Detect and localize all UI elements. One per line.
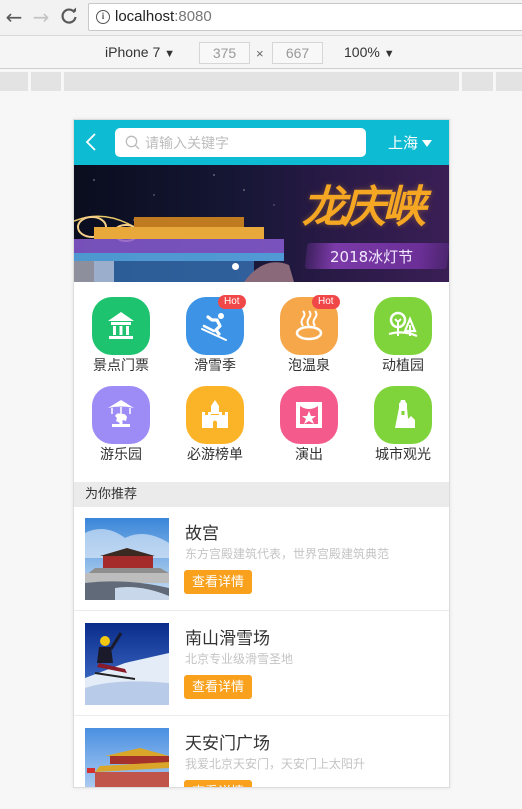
- category-zoo-botanical[interactable]: 动植园: [356, 297, 449, 383]
- app-header: 请输入关键字 上海: [74, 120, 449, 165]
- category-label: 游乐园: [100, 447, 142, 463]
- category-shows[interactable]: 演出: [262, 386, 356, 472]
- attraction-description: 东方宫殿建筑代表，世界宫殿建筑典范: [185, 547, 390, 561]
- url-host: localhost: [115, 8, 175, 25]
- ruler-divider: [459, 72, 462, 91]
- category-label: 城市观光: [375, 447, 431, 463]
- castle-icon: [202, 400, 228, 428]
- category-icon-bg: [186, 386, 244, 444]
- category-label: 泡温泉: [288, 358, 330, 374]
- attraction-description: 北京专业级滑雪圣地: [185, 652, 294, 666]
- view-details-button[interactable]: 查看详情: [184, 570, 252, 594]
- caret-down-icon: [422, 140, 433, 147]
- search-placeholder: 请输入关键字: [145, 136, 229, 152]
- thumbnail-nanshan-ski[interactable]: [85, 623, 169, 705]
- caret-down-icon: ▼: [164, 48, 176, 60]
- skiing-icon: [201, 313, 227, 341]
- phone-viewport: 请输入关键字 上海 龙庆峡 2018冰灯节 景点门票 Hot 滑雪季 Hot 泡…: [73, 119, 450, 788]
- category-icon-bg: [374, 386, 432, 444]
- ruler-divider: [493, 72, 496, 91]
- dimension-separator: ×: [256, 46, 264, 61]
- attraction-name: 天安门广场: [185, 734, 270, 754]
- hot-badge: Hot: [312, 295, 340, 309]
- carousel-icon: [108, 400, 134, 427]
- category-tickets[interactable]: 景点门票: [74, 297, 168, 383]
- attraction-description: 我爱北京天安门，天安门上太阳升: [185, 757, 366, 771]
- ruler-divider: [28, 72, 31, 91]
- category-city-tour[interactable]: 城市观光: [356, 386, 449, 472]
- reload-icon[interactable]: [58, 6, 80, 28]
- banner-subtitle: 2018冰灯节: [330, 248, 414, 266]
- banner-carousel[interactable]: 龙庆峡 2018冰灯节: [74, 165, 449, 282]
- forward-arrow-icon[interactable]: →: [30, 6, 52, 28]
- lighthouse-icon: [395, 400, 415, 428]
- viewport-height-input[interactable]: 667: [272, 42, 323, 64]
- stage-icon: [296, 402, 322, 428]
- device-select[interactable]: iPhone 7 ▼: [105, 44, 175, 60]
- search-icon: [125, 135, 140, 150]
- url-port: :8080: [174, 8, 212, 25]
- category-label: 滑雪季: [194, 358, 236, 374]
- thumbnail-tiananmen[interactable]: [85, 728, 169, 787]
- hot-badge: Hot: [218, 295, 246, 309]
- url-text: localhost:8080: [115, 8, 212, 25]
- category-label: 必游榜单: [187, 447, 243, 463]
- viewport-width-input[interactable]: 375: [199, 42, 250, 64]
- back-arrow-icon[interactable]: ←: [3, 6, 25, 28]
- category-label: 景点门票: [93, 358, 149, 374]
- search-input[interactable]: 请输入关键字: [115, 128, 366, 157]
- section-title-recommend: 为你推荐: [74, 482, 449, 507]
- thumbnail-forbidden-city[interactable]: [85, 518, 169, 600]
- attraction-name: 南山滑雪场: [185, 629, 270, 649]
- info-icon[interactable]: i: [96, 10, 110, 24]
- pavilion-icon: [108, 312, 134, 339]
- category-hot-spring[interactable]: Hot 泡温泉: [262, 295, 356, 383]
- category-icon-bg: [92, 386, 150, 444]
- device-name: iPhone 7: [105, 44, 161, 60]
- carousel-indicator-dot[interactable]: [232, 263, 239, 270]
- category-icon-bg: [280, 386, 338, 444]
- browser-toolbar: ← → i localhost:8080: [0, 0, 522, 36]
- category-icon-bg: [374, 297, 432, 355]
- category-skiing[interactable]: Hot 滑雪季: [168, 295, 262, 383]
- list-item: 故宫 东方宫殿建筑代表，世界宫殿建筑典范 查看详情: [74, 507, 449, 611]
- address-bar[interactable]: i localhost:8080: [88, 3, 522, 31]
- category-label: 动植园: [382, 358, 424, 374]
- trees-icon: [388, 311, 418, 338]
- back-icon[interactable]: [84, 130, 102, 154]
- view-details-button[interactable]: 查看详情: [184, 675, 252, 699]
- zoom-select[interactable]: 100% ▼: [344, 44, 395, 60]
- view-details-button[interactable]: 查看详情: [184, 780, 252, 787]
- caret-down-icon: ▼: [383, 48, 395, 60]
- zoom-level: 100%: [344, 44, 380, 60]
- category-grid: 景点门票 Hot 滑雪季 Hot 泡温泉 动植园 游乐园 必游榜单 演出 城市观…: [74, 282, 449, 482]
- banner-title: 龙庆峡: [302, 182, 426, 233]
- hot-spring-icon: [295, 310, 323, 341]
- device-toolbar: iPhone 7 ▼ 375 × 667 100% ▼: [0, 37, 522, 69]
- list-item: 南山滑雪场 北京专业级滑雪圣地 查看详情: [74, 612, 449, 716]
- category-icon-bg: [92, 297, 150, 355]
- attraction-name: 故宫: [185, 524, 219, 544]
- ruler-divider: [61, 72, 64, 91]
- category-label: 演出: [295, 447, 323, 463]
- city-select[interactable]: 上海: [388, 132, 433, 153]
- city-name: 上海: [388, 134, 419, 152]
- banner-image-illuminated-bridge: [74, 215, 294, 282]
- category-must-visit[interactable]: 必游榜单: [168, 386, 262, 472]
- category-amusement-park[interactable]: 游乐园: [74, 386, 168, 472]
- list-item: 天安门广场 我爱北京天安门，天安门上太阳升 查看详情: [74, 717, 449, 787]
- media-query-ruler[interactable]: [0, 72, 522, 91]
